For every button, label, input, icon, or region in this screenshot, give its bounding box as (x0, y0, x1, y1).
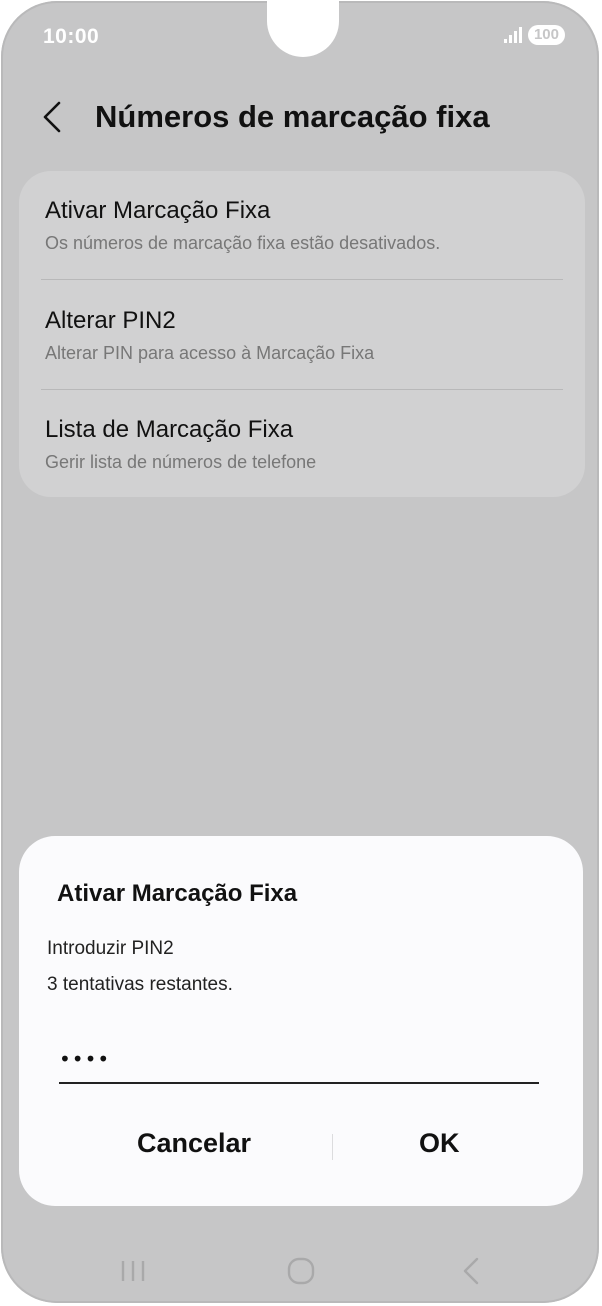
divider (41, 389, 563, 390)
navigation-bar (1, 1241, 599, 1301)
setting-subtitle: Alterar PIN para acesso à Marcação Fixa (45, 343, 375, 363)
phone-screen: 10:00 100 Números de marcação fixa Ativa… (1, 1, 599, 1303)
setting-subtitle: Gerir lista de números de telefone (45, 452, 317, 472)
dialog-prompt: Introduzir PIN2 (47, 938, 174, 959)
setting-title: Lista de Marcação Fixa (45, 416, 294, 443)
pin2-input[interactable] (59, 1036, 539, 1084)
setting-subtitle: Os números de marcação fixa estão desati… (45, 233, 441, 253)
home-icon[interactable] (271, 1241, 331, 1301)
button-separator (332, 1134, 333, 1160)
setting-title: Ativar Marcação Fixa (45, 197, 271, 224)
setting-enable-fdn[interactable]: Ativar Marcação Fixa Os números de marca… (45, 197, 561, 254)
setting-change-pin2[interactable]: Alterar PIN2 Alterar PIN para acesso à M… (45, 307, 561, 364)
signal-bars-icon (503, 27, 522, 43)
back-icon[interactable] (441, 1241, 501, 1301)
battery-badge: 100 (527, 25, 565, 45)
camera-notch (267, 1, 339, 57)
page-title: Números de marcação fixa (95, 99, 490, 134)
ok-button[interactable]: OK (419, 1128, 460, 1159)
settings-card: Ativar Marcação Fixa Os números de marca… (19, 171, 585, 497)
pin2-dialog: Ativar Marcação Fixa Introduzir PIN2 3 t… (19, 836, 583, 1206)
status-time: 10:00 (43, 25, 100, 48)
recents-icon[interactable] (103, 1241, 163, 1301)
divider (41, 279, 563, 280)
app-header: Números de marcação fixa (41, 97, 490, 137)
dialog-title: Ativar Marcação Fixa (57, 880, 298, 907)
chevron-left-icon[interactable] (41, 97, 71, 137)
setting-title: Alterar PIN2 (45, 307, 176, 334)
cancel-button[interactable]: Cancelar (137, 1128, 251, 1159)
status-icons: 100 (503, 25, 565, 45)
setting-fdn-list[interactable]: Lista de Marcação Fixa Gerir lista de nú… (45, 416, 561, 473)
attempts-remaining: 3 tentativas restantes. (47, 974, 233, 995)
